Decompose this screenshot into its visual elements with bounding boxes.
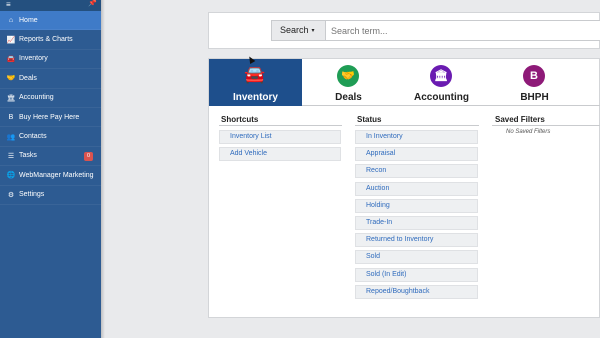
search-bar: Search ▾	[208, 12, 600, 49]
contacts-icon: 👥	[6, 133, 16, 141]
chevron-down-icon: ▾	[311, 28, 315, 34]
list-item[interactable]: Recon	[355, 164, 478, 179]
module-tabs: 🚘 Inventory 🤝 Deals 🏛 Accounting B BHPH	[209, 59, 600, 106]
sidebar: ≡ 📌 ⌂ Home 📈 Reports & Charts 🚘 Inventory 🤝 Dea…	[0, 0, 101, 338]
status-divider	[355, 125, 479, 126]
sidebar-item-inventory[interactable]: 🚘 Inventory	[0, 50, 101, 70]
tab-label: Inventory	[232, 92, 278, 103]
list-item[interactable]: Trade-In	[355, 216, 478, 230]
sidebar-item-label: Deals	[19, 74, 37, 82]
sidebar-item-label: WebManager Marketing	[19, 171, 94, 179]
tab-accounting[interactable]: 🏛 Accounting	[395, 59, 488, 106]
list-item[interactable]: Inventory List	[219, 130, 341, 144]
sidebar-item-tasks[interactable]: ☰ Tasks 0	[0, 147, 101, 167]
car-icon: 🚘	[6, 55, 16, 63]
sidebar-top-bar: ≡ 📌	[0, 0, 101, 11]
shortcuts-divider	[219, 125, 342, 126]
tab-label: Deals	[335, 92, 362, 103]
handshake-icon: 🤝	[337, 65, 359, 87]
tab-label: Accounting	[414, 92, 469, 103]
task-count-badge: 0	[84, 151, 93, 161]
list-icon: ☰	[7, 152, 15, 160]
status-heading: Status	[357, 115, 382, 124]
list-item[interactable]: In Inventory	[355, 130, 478, 144]
saved-filters-heading: Saved Filters	[495, 115, 545, 124]
sidebar-item-home[interactable]: ⌂ Home	[0, 11, 101, 31]
sidebar-item-accounting[interactable]: 🏛 Accounting	[0, 89, 101, 108]
list-item[interactable]: Holding	[355, 198, 478, 213]
shortcuts-heading: Shortcuts	[221, 115, 259, 124]
sidebar-item-reports-charts[interactable]: 📈 Reports & Charts	[0, 30, 101, 50]
search-input[interactable]	[325, 20, 600, 41]
menu-icon[interactable]: ≡	[6, 1, 11, 9]
bhph-icon: B	[523, 65, 545, 87]
sidebar-item-buy-here-pay-here[interactable]: B Buy Here Pay Here	[0, 108, 101, 128]
sidebar-item-webmanager-marketing[interactable]: 🌐 WebManager Marketing	[0, 166, 101, 186]
car-icon: 🚘	[244, 65, 266, 84]
list-item[interactable]: Auction	[355, 181, 478, 196]
tab-inventory[interactable]: 🚘 Inventory	[209, 59, 302, 106]
tab-deals[interactable]: 🤝 Deals	[302, 59, 395, 106]
no-saved-filters-text: No Saved Filters	[506, 129, 551, 135]
sidebar-shadow	[101, 0, 105, 338]
sidebar-item-label: Tasks	[19, 152, 37, 160]
sidebar-item-deals[interactable]: 🤝 Deals	[0, 69, 101, 89]
pin-icon[interactable]: 📌	[88, 0, 97, 8]
chart-icon: 📈	[6, 36, 16, 44]
sidebar-item-label: Inventory	[19, 55, 48, 63]
sidebar-item-contacts[interactable]: 👥 Contacts	[0, 127, 101, 147]
inventory-panel: 🚘 Inventory 🤝 Deals 🏛 Accounting B BHPH …	[208, 58, 600, 318]
search-type-label: Search	[280, 25, 309, 35]
search-type-dropdown[interactable]: Search ▾	[271, 20, 325, 41]
globe-icon: 🌐	[6, 172, 16, 180]
sidebar-item-label: Accounting	[19, 94, 54, 102]
bank-icon: 🏛	[6, 94, 16, 102]
sidebar-item-label: Reports & Charts	[19, 36, 73, 44]
tab-label: BHPH	[520, 92, 549, 103]
sidebar-item-settings[interactable]: ⚙ Settings	[0, 186, 101, 205]
list-item[interactable]: Add Vehicle	[219, 147, 341, 162]
list-item[interactable]: Returned to Inventory	[355, 233, 478, 248]
list-item[interactable]: Repoed/Boughtback	[355, 284, 478, 299]
sidebar-item-label: Settings	[19, 191, 45, 199]
list-item[interactable]: Appraisal	[355, 147, 478, 162]
sidebar-item-label: Buy Here Pay Here	[19, 113, 80, 121]
list-item[interactable]: Sold (In Edit)	[355, 267, 478, 282]
tab-bhph[interactable]: B BHPH	[488, 59, 581, 106]
sidebar-nav: ⌂ Home 📈 Reports & Charts 🚘 Inventory 🤝 Deals 🏛 A…	[0, 11, 101, 205]
sidebar-item-label: Home	[19, 16, 38, 24]
list-item[interactable]: Sold	[355, 250, 478, 265]
gear-icon: ⚙	[7, 191, 15, 199]
home-icon: ⌂	[8, 16, 14, 24]
saved-filters-divider	[492, 125, 600, 126]
bank-icon: 🏛	[430, 65, 452, 87]
bhph-icon: B	[8, 113, 14, 121]
handshake-icon: 🤝	[6, 75, 16, 83]
sidebar-item-label: Contacts	[19, 133, 47, 141]
